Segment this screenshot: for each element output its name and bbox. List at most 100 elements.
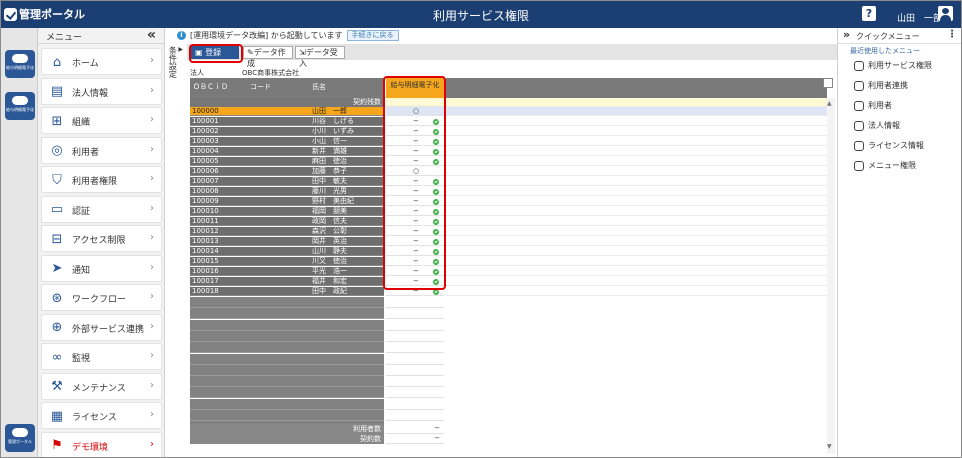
row-name: 新井 満雄 [312, 147, 347, 155]
scroll-up-icon[interactable]: ▲ [827, 100, 832, 107]
condition-label: 条件設定 [168, 46, 178, 78]
menu-item-11[interactable]: ∞ 監視 › [41, 343, 162, 370]
quick-menu-item-2[interactable]: 利用者連携 [854, 80, 908, 91]
rail-portal-button[interactable]: 管理ポータル [5, 424, 35, 452]
row-rest [446, 227, 827, 236]
empty-row [190, 410, 384, 421]
table-row[interactable]: 100007 田中 敏夫 [190, 177, 384, 186]
row-id: 100014 [192, 247, 219, 255]
receive-data-button[interactable]: ⇲データ受入 [295, 46, 345, 68]
menu-item-7[interactable]: ⊟ アクセス制限 › [41, 225, 162, 252]
row-id: 100009 [192, 197, 219, 205]
table-row[interactable]: 100016 平光 浩一 [190, 267, 384, 276]
info-icon: i [177, 31, 186, 40]
header-code[interactable]: コード [250, 82, 271, 92]
menu-item-label: ワークフロー [72, 295, 127, 305]
menu-item-8[interactable]: ➤ 通知 › [41, 254, 162, 282]
table-row[interactable]: 100018 田中 政紀 [190, 287, 384, 296]
table-row[interactable]: 100014 山川 静夫 [190, 247, 384, 256]
chevron-right-icon: › [150, 173, 154, 184]
quick-menu-item-5[interactable]: ライセンス情報 [854, 140, 924, 151]
table-row[interactable]: 100008 藤川 光男 [190, 187, 384, 196]
chevron-right-icon: › [150, 350, 154, 361]
row-rest [446, 247, 827, 256]
row-name: 野村 美由紀 [312, 197, 354, 205]
cloud-icon [12, 96, 28, 105]
user-name[interactable]: 山田 一部 [897, 11, 942, 24]
table-row[interactable]: 100003 小山 信一 [190, 137, 384, 146]
quick-menu-label: クイックメニュー [856, 32, 920, 41]
help-icon[interactable]: ? [862, 6, 876, 21]
row-id: 100006 [192, 167, 219, 175]
app-rail: 給与明細電子化 給与明細電子化 管理ポータル [1, 28, 38, 457]
quick-menu-item-3[interactable]: 利用者 [854, 100, 892, 111]
menu-item-3[interactable]: ⊞ 組織 › [41, 107, 162, 134]
menu-item-6[interactable]: ▭ 認証 › [41, 195, 162, 223]
menu-item-1[interactable]: ⌂ ホーム › [41, 48, 162, 75]
row-name: 森沢 公彰 [312, 227, 347, 235]
chevron-right-icon: › [150, 143, 154, 155]
rail-portal-label: 管理ポータル [8, 439, 32, 444]
table-row[interactable]: 100009 野村 美由紀 [190, 197, 384, 206]
table-row[interactable]: 100010 福岡 朋美 [190, 207, 384, 216]
back-to-procedure-button[interactable]: 手続きに戻る [346, 30, 399, 41]
row-name: 田中 敏夫 [312, 177, 347, 185]
row-id: 100015 [192, 257, 219, 265]
users-count-value: − [434, 424, 440, 432]
row-id: 100008 [192, 187, 219, 195]
table-row[interactable]: 100006 加藤 恭子 [190, 167, 384, 176]
table-row[interactable]: 100015 川又 徳治 [190, 257, 384, 266]
menu-item-label: 外部サービス連携 [72, 324, 145, 335]
building-icon [854, 120, 864, 131]
hammer-icon: ⚒ [51, 379, 63, 394]
chevron-right-icon: › [150, 202, 154, 214]
table-row[interactable]: 100011 政岡 信夫 [190, 217, 384, 226]
building-icon: ▤ [50, 84, 64, 99]
create-data-button[interactable]: ✎データ作成 [243, 46, 293, 68]
collapse-menu-icon[interactable]: « [147, 27, 156, 43]
header-name[interactable]: 氏名 [312, 82, 326, 92]
empty-row [190, 297, 384, 308]
quick-menu-item-6[interactable]: メニュー権限 [854, 160, 916, 171]
table-row[interactable]: 100001 川谷 しげる [190, 117, 384, 126]
row-rest [446, 117, 827, 126]
menu-item-2[interactable]: ▤ 法人情報 › [41, 77, 162, 105]
row-id: 100016 [192, 267, 219, 275]
menu-item-10[interactable]: ⊕ 外部サービス連携 › [41, 313, 162, 341]
table-row[interactable]: 100017 福井 和宏 [190, 277, 384, 286]
menu-item-13[interactable]: ▦ ライセンス › [41, 402, 162, 429]
rail-app-button-2[interactable]: 給与明細電子化 [5, 92, 35, 120]
row-id: 100005 [192, 157, 219, 165]
scroll-down-icon[interactable]: ▼ [827, 443, 832, 450]
menu-item-9[interactable]: ⊛ ワークフロー › [41, 284, 162, 311]
header-obcid[interactable]: ＯＢＣｉＤ [193, 82, 228, 92]
row-id: 100011 [192, 217, 219, 225]
table-row[interactable]: 100012 森沢 公彰 [190, 227, 384, 236]
empty-row [190, 364, 384, 376]
table-row[interactable]: 100002 小川 いずみ [190, 127, 384, 136]
user-avatar-icon[interactable] [938, 6, 953, 21]
table-row[interactable]: 100004 新井 満雄 [190, 147, 384, 156]
table-row[interactable]: 100000 山田 一郎 [190, 107, 384, 116]
row-name: 山川 静夫 [312, 247, 347, 255]
menu-item-4[interactable]: ◎ 利用者 › [41, 136, 162, 164]
menu-item-12[interactable]: ⚒ メンテナンス › [41, 372, 162, 400]
menu-item-14[interactable]: ⚑ デモ環境 › [41, 431, 162, 457]
quick-menu-item-4[interactable]: 法人情報 [854, 120, 900, 131]
corp-name: OBC商事株式会社 [242, 69, 300, 77]
expand-quick-menu-icon[interactable]: » [843, 28, 850, 41]
toolbar: ▣ 登録 ✎データ作成 ⇲データ受入 [187, 44, 837, 68]
users-count-cell: − [386, 424, 444, 434]
rail-app-button-1[interactable]: 給与明細電子化 [5, 50, 35, 78]
vertical-scrollbar[interactable]: ▲ ▼ [827, 98, 835, 454]
home-icon: ⌂ [52, 54, 62, 70]
table-row[interactable]: 100005 麻田 徳治 [190, 157, 384, 166]
table-row[interactable]: 100013 岡井 英治 [190, 237, 384, 246]
more-options-icon[interactable]: ⋮ [947, 29, 957, 40]
quick-menu-item-1[interactable]: 利用サービス権限 [854, 60, 932, 71]
zoom-search-icon[interactable] [823, 78, 833, 88]
receive-data-label: データ受入 [299, 48, 338, 68]
menu-item-5[interactable]: ⛉ 利用者権限 › [41, 166, 162, 193]
condition-settings-toggle[interactable]: ▶ 条件設定 [168, 46, 183, 106]
menu-item-label: 認証 [72, 206, 91, 217]
